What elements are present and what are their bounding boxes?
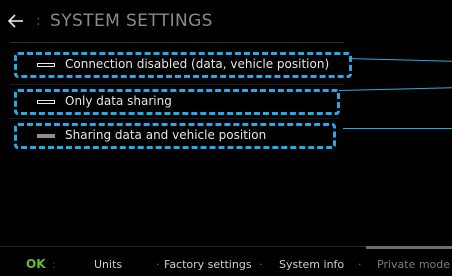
annotation-callout-line [338, 87, 452, 91]
page-title: SYSTEM SETTINGS [50, 11, 213, 31]
annotation-callout-line [348, 58, 452, 62]
option-label: Only data sharing [65, 94, 172, 108]
annotation-callout-line [343, 128, 452, 129]
bottom-bar-separator: : [52, 258, 56, 271]
option-label: Connection disabled (data, vehicle posit… [65, 57, 330, 71]
row-divider [10, 84, 344, 85]
arrow-left-icon[interactable] [8, 14, 24, 28]
title-divider [10, 42, 344, 43]
bottom-bar-highlight [366, 246, 452, 249]
ok-button[interactable]: OK [26, 257, 46, 271]
option-sharing-data-and-position[interactable]: Sharing data and vehicle position [14, 123, 336, 149]
bottom-bar-dot: · [259, 258, 263, 271]
system-info-button[interactable]: System info [279, 258, 344, 271]
bottom-bar-dot: · [358, 258, 362, 271]
bottom-bar-dot: · [156, 258, 160, 271]
option-swatch-icon [37, 100, 55, 104]
private-mode-button[interactable]: Private mode [377, 258, 450, 271]
factory-settings-button[interactable]: Factory settings [164, 258, 252, 271]
system-settings-screen: : SYSTEM SETTINGS Connection disabled (d… [0, 0, 452, 276]
option-swatch-icon [37, 134, 55, 138]
units-button[interactable]: Units [94, 258, 122, 271]
option-only-data-sharing[interactable]: Only data sharing [14, 89, 340, 115]
header-separator: : [36, 13, 41, 29]
option-connection-disabled[interactable]: Connection disabled (data, vehicle posit… [14, 52, 352, 78]
option-label: Sharing data and vehicle position [65, 128, 267, 142]
row-divider [10, 118, 340, 119]
option-swatch-icon [37, 63, 55, 67]
